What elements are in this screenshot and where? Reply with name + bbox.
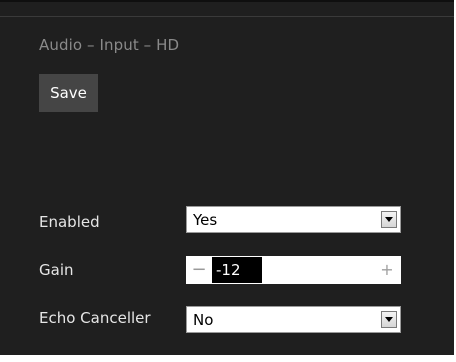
panel-title: Audio – Input – HD [39,36,180,54]
echo-canceller-label: Echo Canceller [39,309,151,327]
minus-icon[interactable]: − [186,256,212,284]
enabled-label: Enabled [39,213,100,231]
save-button[interactable]: Save [39,74,98,112]
enabled-select-value: Yes [193,211,218,229]
gain-input[interactable]: -12 [212,257,262,283]
gain-stepper: − -12 + [186,256,401,284]
audio-settings-panel: Audio – Input – HD Save Enabled Yes Gain… [0,0,454,355]
plus-icon[interactable]: + [373,256,401,284]
echo-canceller-select-value: No [193,311,214,329]
gain-label: Gain [39,261,74,279]
header-divider [0,16,454,17]
chevron-down-icon[interactable] [381,311,397,328]
enabled-select[interactable]: Yes [186,206,401,233]
chevron-down-icon[interactable] [381,211,397,228]
echo-canceller-select[interactable]: No [186,306,401,333]
